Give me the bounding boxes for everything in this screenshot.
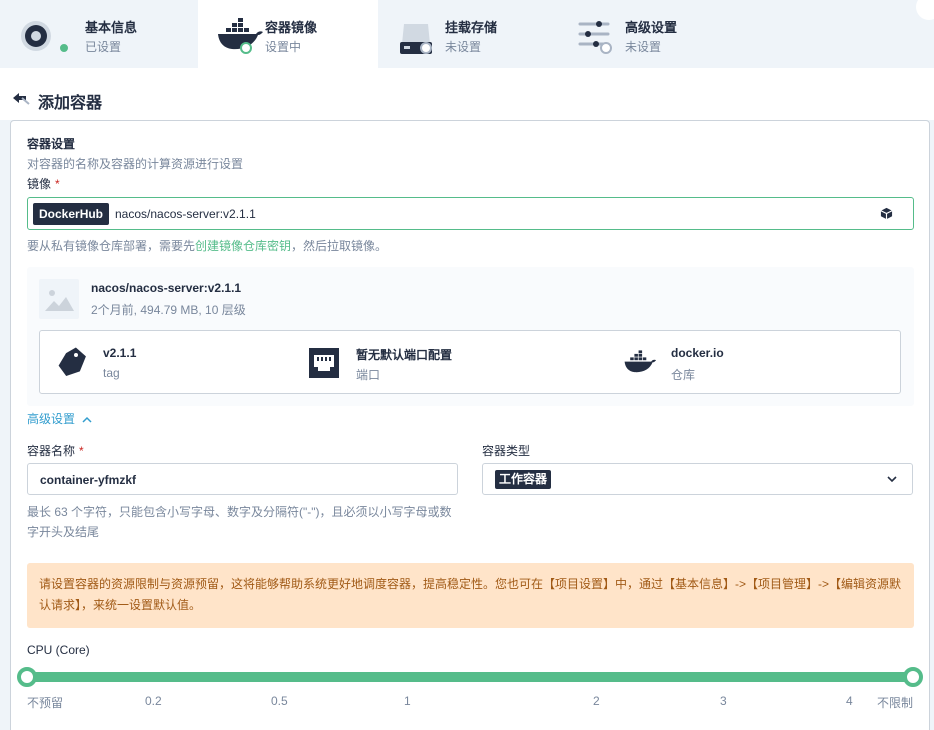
image-details-box: v2.1.1 tag 暂无默认端口配置 端口 docker.io 仓库 (39, 330, 901, 394)
container-name-label: 容器名称 * (27, 442, 84, 459)
cpu-slider-min-handle[interactable] (17, 667, 37, 687)
step-title: 挂载存储 (445, 20, 498, 35)
step-done-indicator (58, 42, 70, 54)
cpu-tick: 不限制 (877, 696, 914, 710)
image-info-panel: nacos/nacos-server:v2.1.1 2个月前, 494.79 M… (27, 267, 914, 406)
docker-icon (622, 349, 658, 380)
tag-label: tag (103, 366, 120, 380)
warning-line1: 请设置容器的资源限制与资源预留，这将能够帮助系统更好地调度容器，提高稳定性。您也… (39, 577, 902, 591)
cpu-label: CPU (Core) (27, 643, 90, 657)
step-title: 基本信息 (85, 20, 138, 35)
image-thumbnail-icon (39, 279, 79, 319)
step-status: 未设置 (625, 40, 662, 54)
cpu-tick: 3 (720, 694, 727, 708)
step-basic-info[interactable]: 基本信息 已设置 (0, 0, 180, 68)
step-current-indicator (240, 42, 252, 54)
container-type-select[interactable]: 工作容器 (482, 463, 913, 495)
advanced-settings-toggle[interactable]: 高级设置 (27, 410, 92, 427)
advanced-settings-label[interactable]: 高级设置 (27, 412, 75, 426)
container-name-hint-line1: 最长 63 个字符，只能包含小写字母、数字及分隔符("-")，且必须以小写字母或… (27, 505, 452, 519)
port-label: 端口 (356, 368, 381, 382)
container-name-input[interactable]: container-yfmzkf (27, 463, 458, 495)
cpu-tick: 2 (593, 694, 600, 708)
registry-value: docker.io (671, 346, 724, 360)
section-description: 对容器的名称及容器的计算资源进行设置 (27, 157, 244, 171)
step-title: 高级设置 (625, 20, 678, 35)
close-icon[interactable] (916, 0, 934, 20)
required-mark: * (55, 177, 60, 191)
step-container-image[interactable]: 容器镜像 设置中 (198, 0, 378, 68)
container-name-label-text: 容器名称 (27, 444, 76, 458)
registry-tag[interactable]: DockerHub (33, 203, 110, 225)
cpu-tick: 1 (404, 694, 411, 708)
private-registry-hint: 要从私有镜像仓库部署，需要先创建镜像仓库密钥，然后拉取镜像。 (27, 237, 387, 254)
page-header (0, 68, 934, 120)
container-settings-card: 容器设置 对容器的名称及容器的计算资源进行设置 镜像 * DockerHub na… (10, 120, 930, 730)
container-type-label: 容器类型 (482, 444, 531, 458)
hint-prefix: 要从私有镜像仓库部署，需要先 (27, 239, 196, 253)
step-storage[interactable]: 挂载存储 未设置 (378, 0, 558, 68)
cpu-slider-max-handle[interactable] (903, 667, 923, 687)
warning-line2: 认请求】，来统一设置默认值。 (39, 598, 202, 612)
chevron-up-icon[interactable] (82, 416, 92, 424)
section-title: 容器设置 (27, 137, 76, 151)
page-title: 添加容器 (38, 95, 103, 112)
step-status: 设置中 (265, 40, 302, 54)
cpu-tick: 4 (846, 694, 853, 708)
chevron-down-icon[interactable] (886, 475, 898, 483)
image-search-input[interactable]: DockerHub nacos/nacos-server:v2.1.1 (27, 197, 914, 230)
container-name-value[interactable]: container-yfmzkf (40, 473, 136, 487)
image-name: nacos/nacos-server:v2.1.1 (91, 281, 242, 295)
step-todo-indicator (600, 42, 612, 54)
tag-icon (58, 345, 88, 382)
image-label-text: 镜像 (27, 177, 52, 191)
port-icon (308, 347, 340, 382)
port-value: 暂无默认端口配置 (356, 348, 453, 362)
step-status: 已设置 (85, 40, 122, 54)
cpu-tick: 0.5 (271, 694, 288, 708)
resource-warning-banner: 请设置容器的资源限制与资源预留，这将能够帮助系统更好地调度容器，提高稳定性。您也… (27, 563, 914, 628)
hint-suffix: ，然后拉取镜像。 (291, 239, 388, 253)
image-meta: 2个月前, 494.79 MB, 10 层级 (91, 303, 246, 317)
required-mark: * (79, 444, 84, 458)
image-value[interactable]: nacos/nacos-server:v2.1.1 (115, 207, 256, 221)
cpu-tick: 0.2 (145, 694, 162, 708)
step-advanced[interactable]: 高级设置 未设置 (558, 0, 738, 68)
cpu-tick: 不预留 (27, 696, 64, 710)
cube-icon[interactable] (880, 207, 893, 223)
step-todo-indicator (420, 42, 432, 54)
cpu-slider-track[interactable] (27, 672, 913, 682)
step-title: 容器镜像 (265, 20, 318, 35)
image-label: 镜像 * (27, 175, 60, 192)
container-name-hint-line2: 字开头及结尾 (27, 525, 100, 539)
container-type-value[interactable]: 工作容器 (495, 470, 552, 489)
steps-bar: 基本信息 已设置 容器镜像 设置中 挂载存储 未设置 高级设置 未设置 (0, 0, 934, 68)
create-secret-link[interactable]: 创建镜像仓库密钥 (195, 239, 291, 253)
step-status: 未设置 (445, 40, 482, 54)
back-arrow-icon[interactable] (12, 91, 30, 108)
registry-label: 仓库 (671, 368, 696, 382)
tag-value: v2.1.1 (103, 346, 137, 360)
container-name-hint: 最长 63 个字符，只能包含小写字母、数字及分隔符("-")，且必须以小写字母或… (27, 502, 452, 542)
